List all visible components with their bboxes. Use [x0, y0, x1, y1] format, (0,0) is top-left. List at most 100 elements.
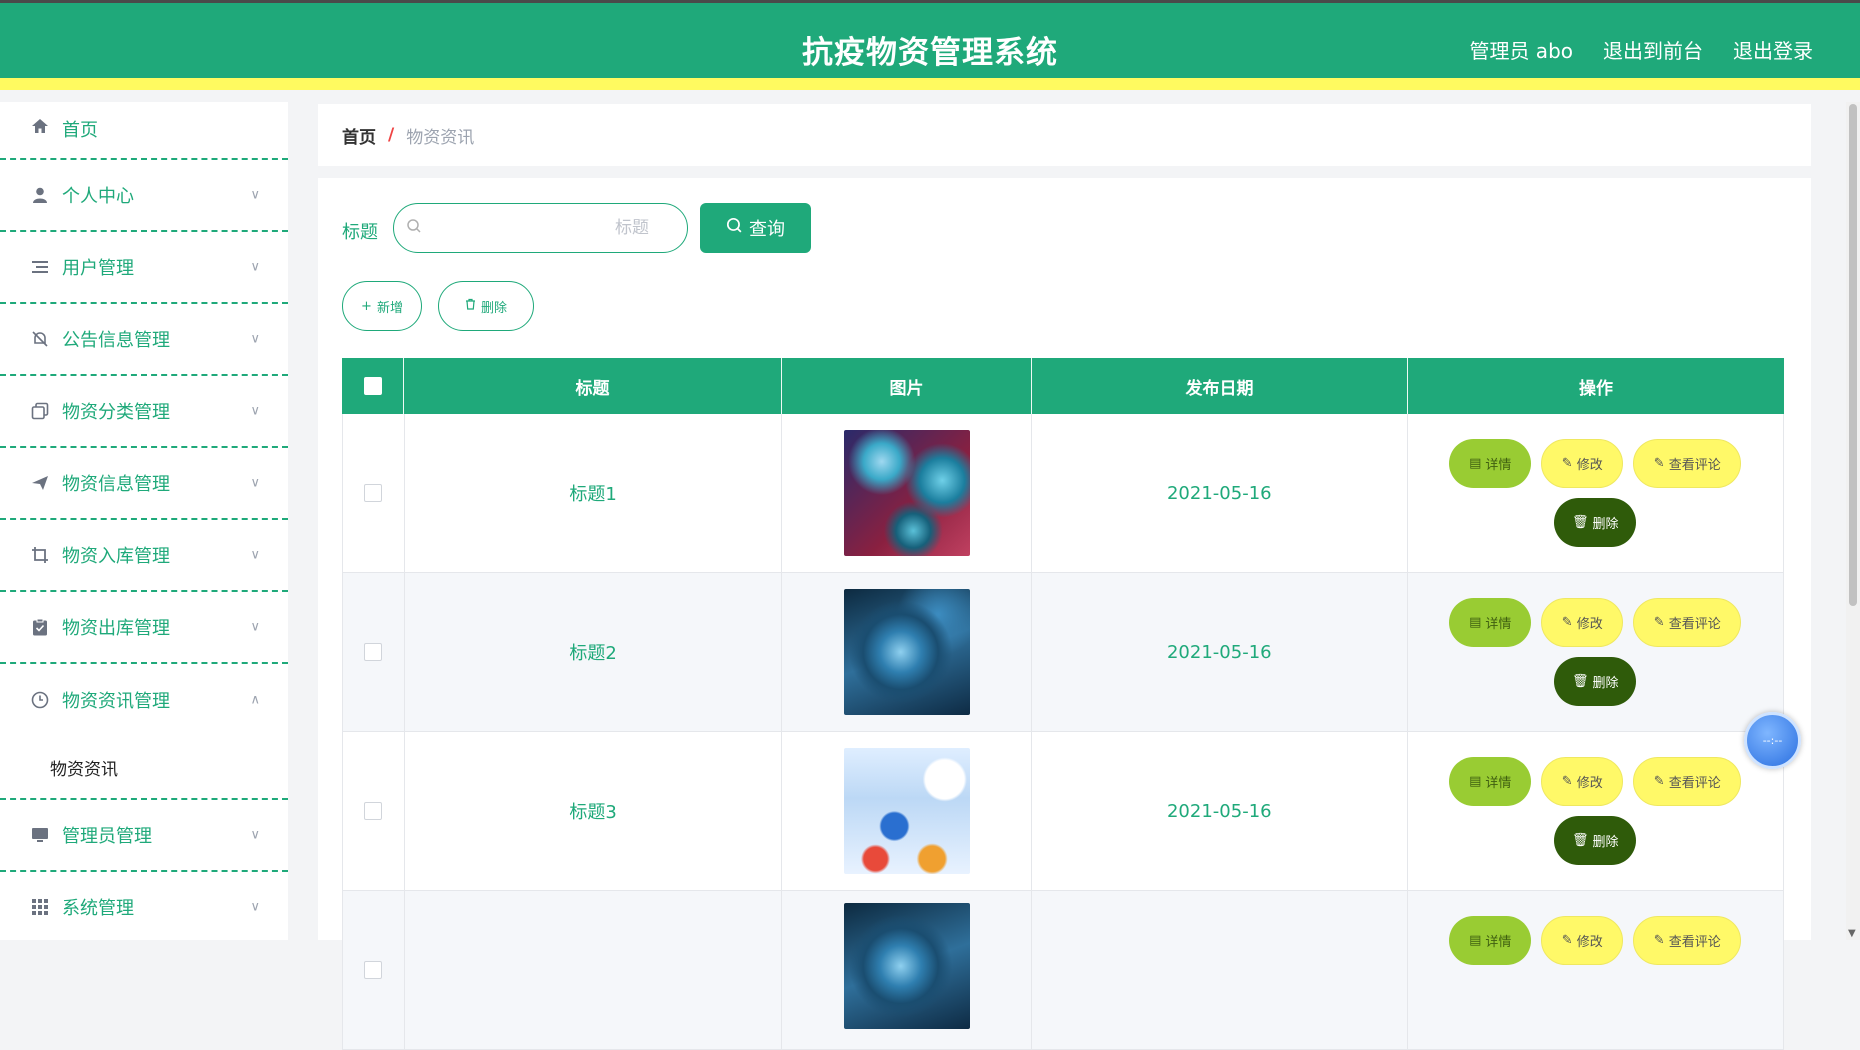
sidebar-item-personal-center[interactable]: 个人中心 ∨: [0, 160, 288, 232]
sidebar-item-stock-out[interactable]: 物资出库管理 ∨: [0, 592, 288, 664]
chevron-down-icon: ∨: [250, 260, 260, 275]
sidebar-item-label: 物资信息管理: [62, 470, 170, 496]
edit-button[interactable]: ✎ 修改: [1541, 439, 1623, 488]
column-header-image: 图片: [782, 358, 1032, 414]
search-field[interactable]: [393, 203, 688, 253]
row-date: [1032, 891, 1407, 1049]
sidebar-item-stock-in[interactable]: 物资入库管理 ∨: [0, 520, 288, 592]
search-input[interactable]: [424, 212, 679, 244]
chevron-down-icon: ∨: [250, 476, 260, 491]
detail-button[interactable]: ▤详情: [1449, 598, 1531, 647]
trash-icon: 🗑︎: [1572, 674, 1589, 689]
add-button-label: 新增: [377, 297, 403, 316]
select-all-checkbox[interactable]: [364, 377, 382, 395]
search-icon: [406, 218, 422, 238]
delete-button-label: 删除: [1593, 513, 1619, 532]
document-icon: ▤: [1469, 774, 1481, 789]
row-checkbox[interactable]: [364, 484, 382, 502]
view-comments-label: 查看评论: [1669, 613, 1721, 632]
delete-button[interactable]: 🗑︎删除: [1554, 498, 1636, 547]
document-icon: ▤: [1469, 615, 1481, 630]
edit-button[interactable]: ✎ 修改: [1541, 916, 1623, 965]
edit-icon: ✎: [1562, 615, 1573, 630]
chevron-down-icon: ∨: [250, 332, 260, 347]
view-comments-button[interactable]: ✎ 查看评论: [1633, 439, 1741, 488]
row-date: 2021-05-16: [1032, 414, 1407, 572]
row-checkbox[interactable]: [364, 643, 382, 661]
row-check-cell: [343, 732, 405, 890]
row-check-cell: [343, 573, 405, 731]
scroll-down-arrow-icon[interactable]: ▼: [1848, 928, 1858, 938]
view-comments-button[interactable]: ✎查看评论: [1633, 757, 1741, 806]
edit-button[interactable]: ✎修改: [1541, 598, 1623, 647]
row-title: 标题2: [405, 573, 782, 731]
delete-button[interactable]: 🗑︎删除: [1554, 816, 1636, 865]
column-header-actions: 操作: [1408, 358, 1784, 414]
row-image-cell: [782, 732, 1032, 890]
sidebar-item-home[interactable]: 首页: [0, 102, 288, 160]
exit-to-front-link[interactable]: 退出到前台: [1603, 35, 1703, 64]
view-comments-button[interactable]: ✎查看评论: [1633, 916, 1741, 965]
user-icon: [30, 185, 50, 205]
virus-image: [844, 903, 970, 1029]
edit-icon: ✎: [1562, 456, 1573, 471]
query-button[interactable]: 查询: [700, 203, 811, 253]
row-actions: ▤详情 ✎ 修改 ✎ 查看评论 🗑︎删除: [1408, 414, 1783, 572]
admin-name: 管理员 abo: [1469, 35, 1573, 64]
column-header-date: 发布日期: [1032, 358, 1408, 414]
detail-button[interactable]: ▤详情: [1449, 916, 1531, 965]
edit-button[interactable]: ✎修改: [1541, 757, 1623, 806]
detail-button[interactable]: ▤详情: [1449, 757, 1531, 806]
poster-image: [844, 748, 970, 874]
sidebar-item-news-management[interactable]: 物资资讯管理 ∧: [0, 664, 288, 736]
sidebar-item-material-info[interactable]: 物资信息管理 ∨: [0, 448, 288, 520]
row-checkbox[interactable]: [364, 802, 382, 820]
sidebar-item-user-management[interactable]: 用户管理 ∨: [0, 232, 288, 304]
edit-icon: ✎: [1654, 933, 1665, 948]
sidebar-item-label: 个人中心: [62, 182, 134, 208]
row-checkbox[interactable]: [364, 961, 382, 979]
table-row: 标题3 2021-05-16 ▤详情 ✎修改 ✎查看评论 🗑︎删除: [342, 732, 1784, 891]
edit-button-label: 修改: [1577, 931, 1603, 950]
document-icon: ▤: [1469, 933, 1481, 948]
chevron-down-icon: ∨: [250, 900, 260, 915]
sidebar-item-label: 物资出库管理: [62, 614, 170, 640]
sidebar-item-system-management[interactable]: 系统管理 ∨: [0, 872, 288, 940]
view-comments-label: 查看评论: [1669, 454, 1721, 473]
detail-button[interactable]: ▤详情: [1449, 439, 1531, 488]
query-button-label: 查询: [749, 215, 785, 241]
scrollbar-thumb[interactable]: [1849, 104, 1857, 606]
document-icon: ▤: [1469, 456, 1481, 471]
copy-icon: [30, 401, 50, 421]
edit-icon: ✎: [1562, 933, 1573, 948]
add-button[interactable]: + 新增: [342, 281, 422, 331]
top-header: 抗疫物资管理系统 管理员 abo 退出到前台 退出登录: [0, 0, 1860, 90]
sidebar-item-notice-management[interactable]: 公告信息管理 ∨: [0, 304, 288, 376]
chevron-down-icon: ∨: [250, 188, 260, 203]
edit-icon: ✎: [1654, 456, 1665, 471]
delete-button[interactable]: 🗑︎删除: [1554, 657, 1636, 706]
table-row: 标题1 2021-05-16 ▤详情 ✎ 修改 ✎ 查看评论 🗑︎删除: [342, 414, 1784, 573]
column-header-title: 标题: [404, 358, 782, 414]
batch-delete-button[interactable]: 删除: [438, 281, 534, 331]
logout-link[interactable]: 退出登录: [1733, 35, 1813, 64]
row-date: 2021-05-16: [1032, 732, 1407, 890]
row-title: 标题1: [405, 414, 782, 572]
virus-image: [844, 589, 970, 715]
floating-assistant-ball[interactable]: --:--: [1744, 712, 1801, 769]
table-header: 标题 图片 发布日期 操作: [342, 358, 1784, 414]
sidebar-item-admin-management[interactable]: 管理员管理 ∨: [0, 800, 288, 872]
view-comments-button[interactable]: ✎查看评论: [1633, 598, 1741, 647]
breadcrumb-separator: /: [388, 125, 394, 145]
breadcrumb-home[interactable]: 首页: [342, 123, 376, 148]
edit-icon: ✎: [1654, 774, 1665, 789]
row-check-cell: [343, 891, 405, 1049]
sidebar-item-label: 系统管理: [62, 894, 134, 920]
sidebar-item-category-management[interactable]: 物资分类管理 ∨: [0, 376, 288, 448]
row-date: 2021-05-16: [1032, 573, 1407, 731]
edit-button-label: 修改: [1577, 454, 1603, 473]
sidebar-item-label: 物资资讯管理: [62, 687, 170, 713]
sidebar-subitem-news[interactable]: 物资资讯: [0, 736, 288, 800]
sidebar-item-label: 用户管理: [62, 254, 134, 280]
edit-button-label: 修改: [1577, 772, 1603, 791]
